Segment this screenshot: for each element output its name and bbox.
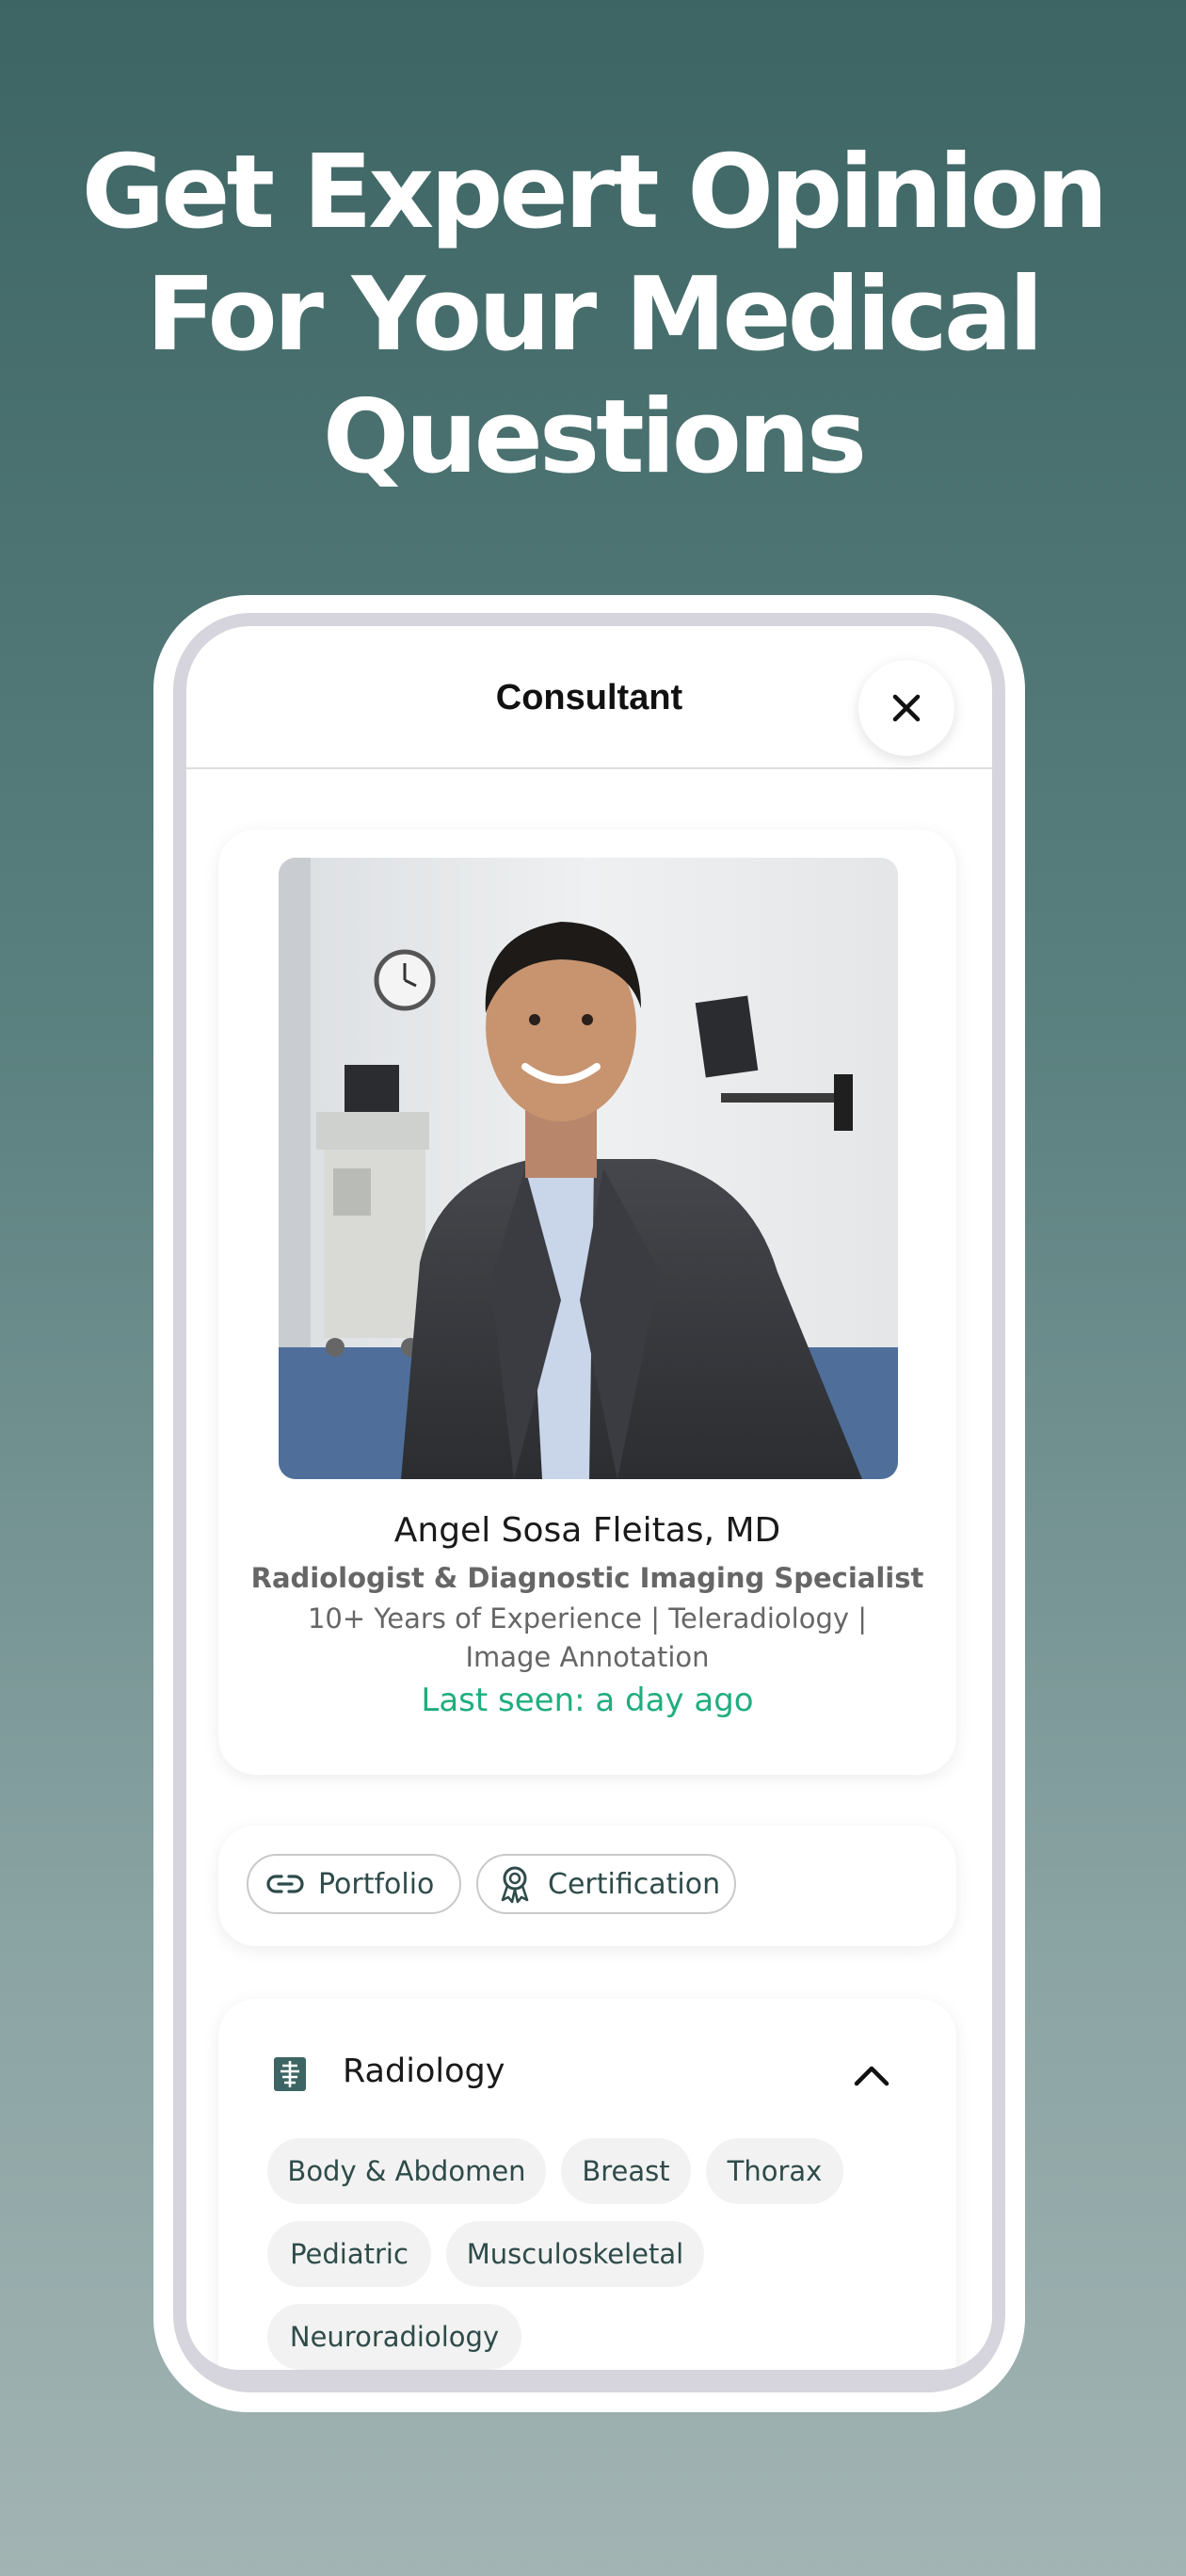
- certification-button[interactable]: Certification: [476, 1854, 736, 1914]
- close-button[interactable]: [858, 660, 954, 756]
- headline-line-1: Get Expert Opinion: [81, 134, 1109, 251]
- radiology-icon: [271, 2055, 309, 2093]
- promo-headline: Get Expert Opinion For Your Medical Ques…: [0, 132, 1186, 499]
- portfolio-button[interactable]: Portfolio: [247, 1854, 461, 1914]
- consultant-role: Radiologist & Diagnostic Imaging Special…: [250, 1562, 924, 1594]
- headline-line-3: Questions: [322, 378, 867, 496]
- top-navigation-bar: Consultant: [186, 626, 992, 769]
- chevron-up-icon[interactable]: [851, 2055, 892, 2093]
- headline-line-2: For Your Medical: [146, 256, 1044, 374]
- tag-breast[interactable]: Breast: [561, 2138, 691, 2204]
- tag-musculoskeletal[interactable]: Musculoskeletal: [446, 2221, 704, 2287]
- tag-pediatric[interactable]: Pediatric: [267, 2221, 431, 2287]
- phone-screen: Consultant Angel Sosa Fleitas, MD Radiol…: [186, 626, 992, 2370]
- links-card: Portfolio Certification: [218, 1826, 956, 1946]
- last-seen-status: Last seen: a day ago: [421, 1682, 754, 1719]
- award-icon: [495, 1864, 535, 1904]
- consultant-profile-card: Angel Sosa Fleitas, MD Radiologist & Dia…: [218, 829, 956, 1775]
- consultant-photo: [279, 858, 898, 1479]
- tag-thorax[interactable]: Thorax: [706, 2138, 843, 2204]
- portfolio-label: Portfolio: [318, 1867, 435, 1901]
- specialty-card: Radiology Body & Abdomen Breast Thorax P…: [218, 1999, 956, 2370]
- consultant-experience: 10+ Years of Experience | Teleradiology …: [307, 1602, 868, 1673]
- tag-body-abdomen[interactable]: Body & Abdomen: [267, 2138, 546, 2204]
- specialty-title: Radiology: [343, 2053, 505, 2090]
- link-icon: [265, 1864, 305, 1904]
- tag-neuroradiology[interactable]: Neuroradiology: [267, 2304, 521, 2370]
- close-icon: [892, 694, 921, 722]
- certification-label: Certification: [548, 1867, 721, 1901]
- consultant-name: Angel Sosa Fleitas, MD: [393, 1511, 781, 1550]
